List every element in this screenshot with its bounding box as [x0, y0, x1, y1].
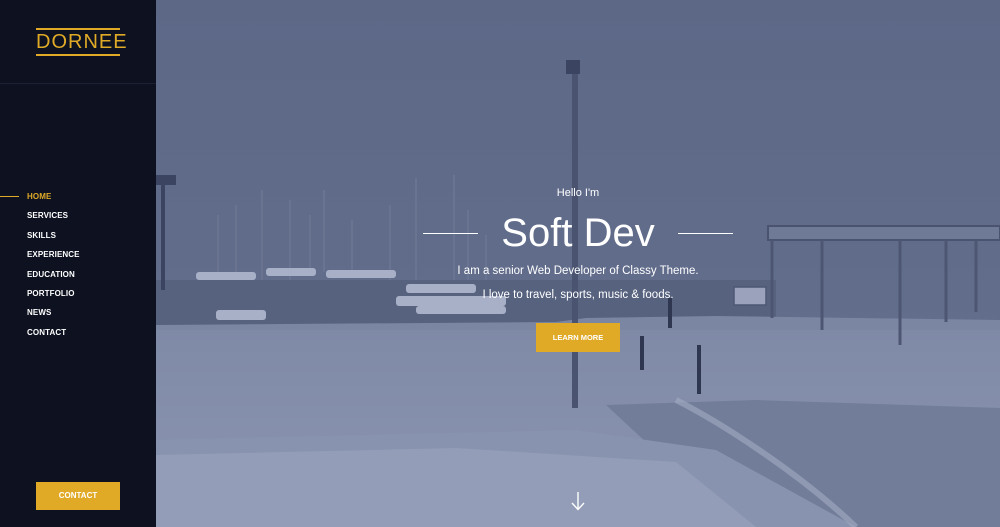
active-indicator — [0, 196, 19, 197]
contact-button[interactable]: CONTACT — [36, 482, 120, 510]
nav-link-news[interactable]: NEWS — [27, 303, 51, 322]
nav-link-experience[interactable]: EXPERIENCE — [27, 245, 80, 264]
nav-item-services[interactable]: SERVICES — [0, 206, 156, 225]
nav-link-skills[interactable]: SKILLS — [27, 226, 56, 245]
nav-item-home[interactable]: HOME — [0, 187, 156, 206]
main-nav: HOME SERVICES SKILLS EXPERIENCE EDUCATIO… — [0, 187, 156, 342]
sidebar-header: DORNEE — [0, 0, 156, 84]
nav-link-home[interactable]: HOME — [27, 187, 51, 206]
nav-item-contact[interactable]: CONTACT — [0, 323, 156, 342]
nav-link-portfolio[interactable]: PORTFOLIO — [27, 284, 75, 303]
hero-title-row: Soft Dev — [156, 210, 1000, 258]
logo[interactable]: DORNEE — [36, 28, 127, 56]
hero-subtitle-1: I am a senior Web Developer of Classy Th… — [457, 265, 699, 277]
nav-link-services[interactable]: SERVICES — [27, 206, 68, 225]
hero-greeting: Hello I'm — [556, 187, 600, 199]
hero-background-image — [156, 0, 1000, 527]
nav-item-portfolio[interactable]: PORTFOLIO — [0, 284, 156, 303]
hero-section: Hello I'm Soft Dev I am a senior Web Dev… — [156, 0, 1000, 527]
sidebar: DORNEE HOME SERVICES SKILLS EXPERIENCE E… — [0, 0, 156, 527]
nav-item-skills[interactable]: SKILLS — [0, 226, 156, 245]
hero-subtitle-2: I love to travel, sports, music & foods. — [482, 289, 674, 301]
nav-item-education[interactable]: EDUCATION — [0, 265, 156, 284]
nav-item-news[interactable]: NEWS — [0, 303, 156, 322]
nav-item-experience[interactable]: EXPERIENCE — [0, 245, 156, 264]
arrow-down-icon[interactable] — [570, 490, 586, 512]
title-divider-right — [678, 233, 733, 234]
nav-link-contact[interactable]: CONTACT — [27, 323, 66, 342]
hero-title: Soft Dev — [501, 211, 655, 255]
learn-more-button[interactable]: LEARN MORE — [536, 323, 620, 352]
nav-link-education[interactable]: EDUCATION — [27, 265, 75, 284]
